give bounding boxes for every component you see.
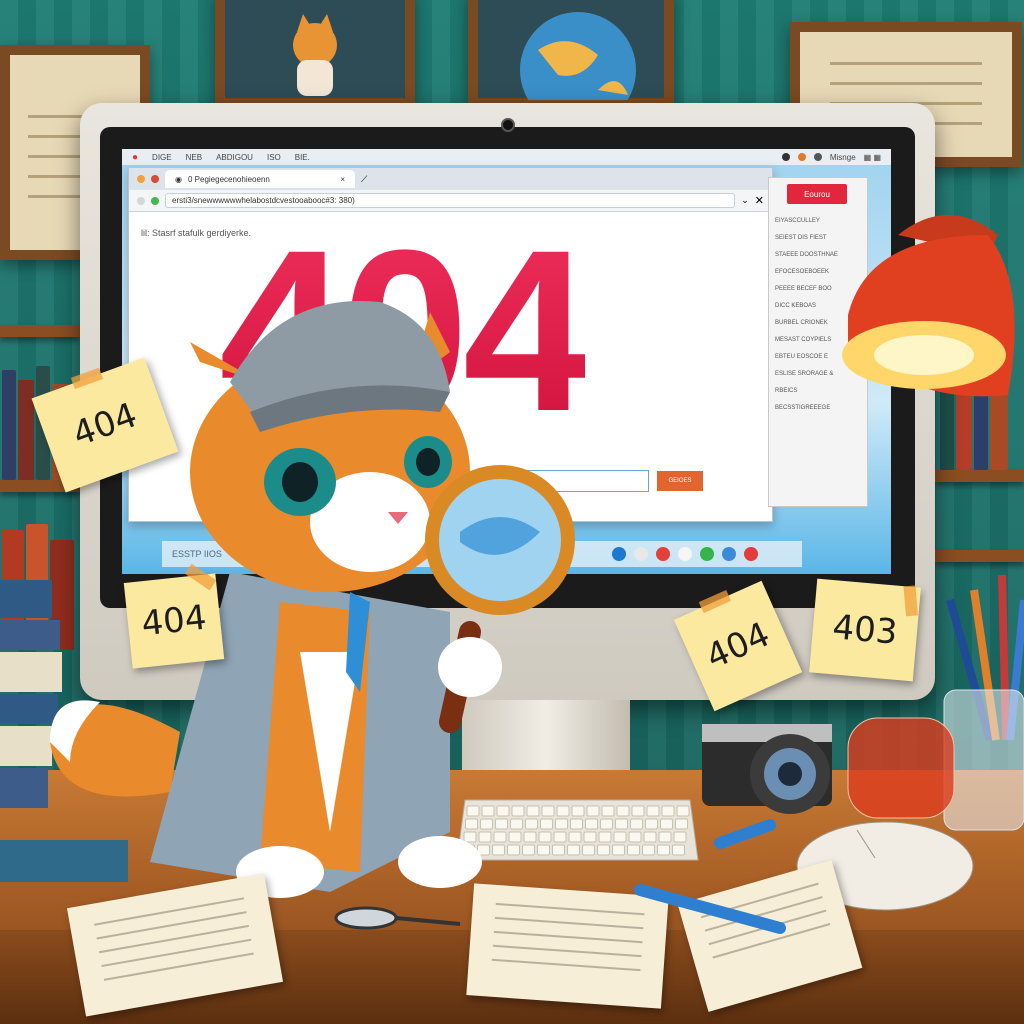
side-panel-line: RBEICS [775,388,798,394]
sticky-note-far-right: 403 [809,578,921,682]
keyboard-key [673,831,687,843]
side-panel-line: EBTEU EOSCOE E [775,354,829,360]
go-button[interactable]: GEIOES [657,471,703,491]
keyboard-key [597,844,610,856]
keyboard-key [658,831,672,843]
keyboard-key [672,844,685,856]
dock-app-icon-1[interactable] [590,547,604,561]
side-panel-line: EFOCESOEBOEEK [775,269,830,275]
menu-extra-icon[interactable]: ▦ ▦ [864,153,881,162]
tab-favicon-icon: ◉ [175,174,182,184]
menu-item-1[interactable]: DIGE [152,153,172,162]
browser-tab[interactable]: ◉ 0 Pegiegecenohieoenn × [165,170,355,188]
eyeglasses-icon [334,906,461,930]
window-minimize-icon[interactable] [137,175,145,183]
scene: ● DIGE NEB ABDIGOU ISO BIE. Misnge ▦ ▦ ◉… [0,0,1024,1024]
keyboard-key [612,844,625,856]
globe-icon [520,12,636,128]
sticky-note-lower-left: 404 [123,563,225,669]
side-panel-line: SEIEST DIS FIEST [775,235,827,241]
browser-tab-bar: ◉ 0 Pegiegecenohieoenn × ⟋ [129,168,772,190]
side-panel-line: ESLISE SRORAGE & [775,371,834,377]
dock-app-icon-6[interactable] [699,547,714,561]
dock-app-icon-3[interactable] [633,547,648,561]
reload-icon[interactable] [151,196,159,205]
dock-app-icon-5[interactable] [677,547,692,561]
keyboard-key [613,831,627,843]
side-panel-line: EIYASCCULLEY [775,218,820,224]
tab-title: 0 Pegiegecenohieoenn [187,174,270,184]
pen-icon [634,884,786,934]
marker-icon [714,819,776,849]
status-icon-2[interactable] [797,153,806,161]
keyboard-key [600,818,613,830]
side-panel-line: DICC KEBOAS [775,303,817,309]
status-icon-3[interactable] [813,153,822,161]
keyboard-key [676,805,690,817]
keyboard-key [646,805,660,817]
side-panel-line: MESAST COYPIELS [775,337,832,343]
bookmark-icon[interactable]: ⌄ [741,195,749,206]
menu-item-4[interactable]: ISO [267,153,281,162]
camera-icon [702,724,832,814]
sticky-note-far-right-text: 403 [830,607,900,653]
os-menubar: ● DIGE NEB ABDIGOU ISO BIE. Misnge ▦ ▦ [122,149,891,165]
tape-icon [903,585,918,617]
sticky-note-left-text: 404 [67,395,143,455]
desk-lamp-icon [842,215,1015,397]
side-panel-line: BECSSTIGREEEGE [775,405,831,411]
keyboard-key [642,844,655,856]
dock-app-icon-4[interactable] [655,547,670,561]
dock-app-icon-7[interactable] [721,547,736,561]
back-icon[interactable] [137,196,145,205]
cat-painting-icon [293,14,337,96]
sticky-note-lower-left-text: 404 [139,597,209,645]
right-shelf-lower [935,550,1024,562]
keyboard-key [661,805,675,817]
keyboard-key [628,831,642,843]
tea-jar-icon [847,717,955,819]
new-tab-icon[interactable]: ⟋ [361,174,367,185]
menubar-user-label[interactable]: Misnge [830,153,856,162]
close-x-icon[interactable]: ✕ [755,194,764,207]
keyboard-key [601,805,615,817]
tab-close-icon[interactable]: × [340,175,345,184]
menu-item-5[interactable]: BIE. [295,153,310,162]
keyboard-key [630,818,643,830]
keyboard-key [660,818,673,830]
keyboard-key [598,831,612,843]
keyboard-key [657,844,670,856]
webcam-icon [501,118,515,132]
keyboard-key [627,844,640,856]
menu-item-3[interactable]: ABDIGOU [216,153,253,162]
detective-cat [50,301,575,898]
framed-cat-painting [215,0,415,108]
side-panel-line: BURBEL CRIONEK [775,320,828,326]
keyboard-key [616,805,630,817]
framed-globe-painting [468,0,674,128]
window-close-icon[interactable] [151,175,159,183]
keyboard-key [675,818,688,830]
menu-item-2[interactable]: NEB [186,153,202,162]
status-icon-1[interactable] [781,153,790,161]
sticky-note-right-text: 404 [700,614,776,678]
keyboard-key [643,831,657,843]
right-shelf [935,470,1024,482]
keyboard-key [631,805,645,817]
dock-app-icon-8[interactable] [743,547,758,561]
dock-app-icon-2[interactable] [611,547,626,561]
keyboard-key [615,818,628,830]
menubar-status: Misnge ▦ ▦ [781,153,881,162]
apple-menu-icon[interactable]: ● [132,152,138,163]
side-panel-line: PEEEE BECEF BOO [775,286,832,292]
keyboard-key [645,818,658,830]
